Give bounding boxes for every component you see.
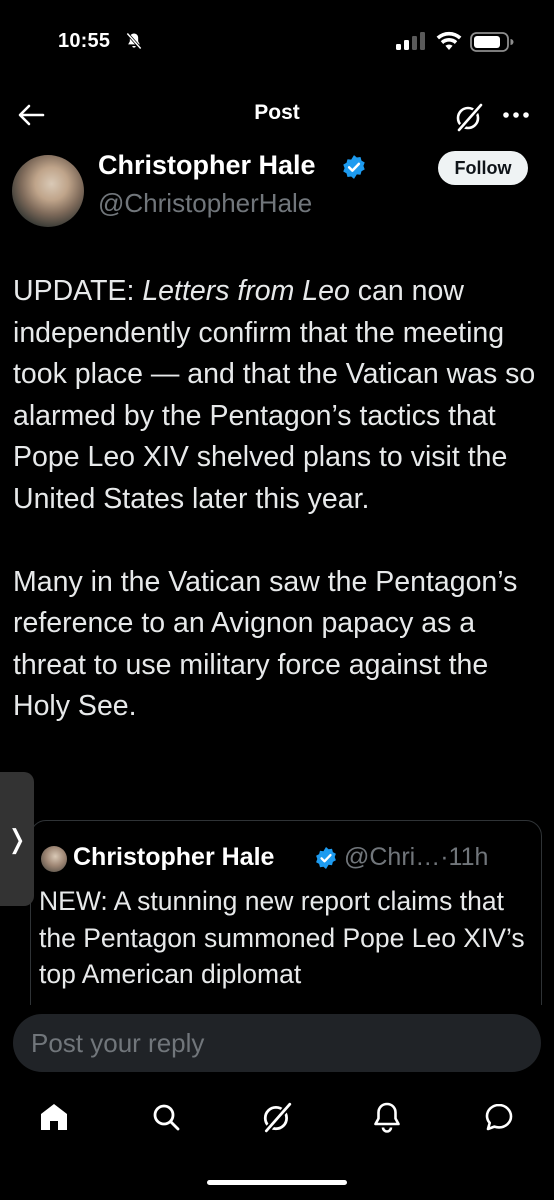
- post-body: can now independently confirm that the m…: [13, 275, 536, 515]
- author-name[interactable]: Christopher Hale: [98, 150, 316, 181]
- home-icon: [41, 1104, 67, 1130]
- verified-badge-icon: [316, 847, 336, 869]
- chevron-right-icon: ❭: [6, 823, 28, 854]
- quoted-post[interactable]: Christopher Hale @Chri…·11h NEW: A stunn…: [30, 820, 542, 1030]
- notifications-icon: [374, 1102, 400, 1133]
- quote-time: 11h: [448, 843, 489, 871]
- reply-input[interactable]: [13, 1014, 541, 1072]
- post-paragraph-2: Many in the Vatican saw the Pentagon’s r…: [13, 565, 518, 723]
- follow-button[interactable]: Follow: [438, 151, 528, 185]
- side-panel-handle[interactable]: ❭: [0, 772, 34, 906]
- bell-slash-icon: [126, 32, 142, 50]
- quote-text: NEW: A stunning new report claims that t…: [39, 886, 525, 989]
- quote-separator: ·: [440, 843, 449, 871]
- post-paragraph-1: UPDATE: Letters from Leo can now indepen…: [13, 271, 543, 520]
- tab-grok[interactable]: [257, 1097, 297, 1137]
- author-handle[interactable]: @ChristopherHale: [98, 188, 312, 219]
- search-icon: [153, 1104, 180, 1131]
- grok-icon: [456, 103, 484, 132]
- quote-author-name: Christopher Hale: [73, 843, 275, 871]
- status-time: 10:55: [58, 30, 111, 52]
- quote-handle: @Chri…: [344, 843, 441, 871]
- wifi-icon: [436, 31, 462, 50]
- grok-button[interactable]: [450, 98, 488, 136]
- home-indicator[interactable]: [207, 1180, 347, 1185]
- post-screen: 10:55 Post Christopher Hale @Christopher…: [0, 0, 554, 1200]
- messages-icon: [485, 1103, 513, 1131]
- tab-messages[interactable]: [479, 1097, 519, 1137]
- post-prefix: UPDATE:: [13, 275, 143, 307]
- tab-search[interactable]: [146, 1097, 186, 1137]
- post-text: UPDATE: Letters from Leo can now indepen…: [13, 271, 543, 728]
- avatar[interactable]: [12, 155, 84, 227]
- more-horizontal-icon: [503, 112, 529, 118]
- verified-badge-icon: [343, 155, 365, 179]
- publication-name: Letters from Leo: [142, 275, 350, 307]
- grok-icon: [263, 1102, 293, 1133]
- signal-icon: [396, 32, 425, 50]
- tab-notifications[interactable]: [367, 1097, 407, 1137]
- quote-avatar: [41, 846, 67, 872]
- quote-meta: @Chri…·11h: [344, 843, 488, 872]
- tab-home[interactable]: [34, 1097, 74, 1137]
- battery-icon: [470, 32, 514, 52]
- more-button[interactable]: [496, 98, 536, 132]
